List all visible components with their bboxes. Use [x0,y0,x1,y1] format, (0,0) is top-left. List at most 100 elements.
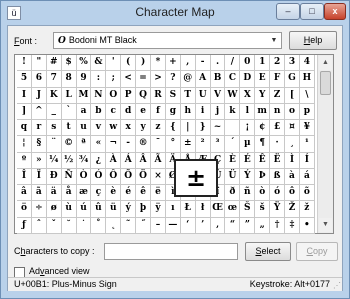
character-cell[interactable]: = [136,71,152,88]
character-cell[interactable]: 9 [76,71,92,88]
character-cell[interactable]: ˘ [61,217,77,234]
character-cell[interactable]: + [165,55,181,72]
character-cell[interactable]: - [121,136,137,153]
character-cell[interactable]: ) [136,55,152,72]
character-cell[interactable]: Ö [136,168,152,186]
character-cell[interactable]: ¹ [299,136,315,153]
character-cell[interactable]: { [165,120,181,137]
character-cell[interactable]: < [121,71,137,88]
character-cell[interactable]: z [151,120,166,137]
character-cell[interactable]: # [46,55,62,72]
character-cell[interactable]: ¥ [299,120,315,137]
character-cell[interactable]: Á [121,152,137,169]
character-cell[interactable]: — [165,217,181,234]
character-cell[interactable]: © [61,136,77,153]
character-cell[interactable]: ú [76,201,92,218]
character-cell[interactable]: ´ [225,136,241,153]
character-cell[interactable]: Q [136,87,152,104]
character-cell[interactable]: ˚ [91,217,107,234]
character-cell[interactable]: “ [225,217,241,234]
character-cell[interactable]: ¸ [285,136,300,153]
character-cell[interactable]: ² [195,136,211,153]
character-cell[interactable]: a [76,103,92,121]
character-cell[interactable]: Ê [255,152,271,169]
character-cell[interactable]: ¨ [46,136,62,153]
character-cell[interactable]: A [195,71,211,88]
character-cell[interactable]: R [151,87,166,104]
character-cell[interactable]: r [31,120,47,137]
character-cell[interactable]: ³ [210,136,226,153]
character-cell[interactable]: Y [255,87,271,104]
character-cell[interactable]: Õ [121,168,137,186]
character-cell[interactable]: ˛ [106,217,122,234]
advanced-view-label[interactable]: Advanced view [29,266,90,276]
character-cell[interactable]: 1 [255,55,271,72]
character-cell[interactable]: v [91,120,107,137]
character-cell[interactable]: c [106,103,122,121]
character-cell[interactable]: ~ [210,120,226,137]
character-cell[interactable]: ł [195,201,211,218]
character-cell[interactable]: S [165,87,181,104]
character-cell[interactable]: ‡ [285,217,300,234]
character-cell[interactable]: y [136,120,152,137]
character-cell[interactable]: â [17,185,32,202]
character-cell[interactable]: » [31,152,47,169]
character-cell[interactable]: ˇ [46,217,62,234]
character-cell[interactable]: ½ [61,152,77,169]
character-cell[interactable]: % [76,55,92,72]
character-cell[interactable]: , [180,55,196,72]
character-cell[interactable]: Ó [91,168,107,186]
maximize-button[interactable]: □ [300,3,324,20]
character-cell[interactable]: Î [17,168,32,186]
character-cell[interactable]: 2 [270,55,286,72]
characters-to-copy-input[interactable] [104,243,238,260]
character-cell[interactable]: È [225,152,241,169]
character-cell[interactable]: ¯ [151,136,166,153]
title-bar[interactable]: ü Character Map – □ x [1,1,349,25]
character-cell[interactable]: é [121,185,137,202]
scroll-down-icon[interactable]: ▼ [319,218,332,232]
character-cell[interactable]: h [180,103,196,121]
copy-button[interactable]: Copy [296,242,338,261]
character-cell[interactable]: s [46,120,62,137]
character-cell[interactable]: ä [46,185,62,202]
character-cell[interactable]: ÿ [151,201,166,218]
character-cell[interactable]: ¦ [17,136,32,153]
character-cell[interactable]: ° [165,136,181,153]
character-cell[interactable]: ý [121,201,137,218]
character-cell[interactable]: B [210,71,226,88]
character-cell[interactable]: ¾ [76,152,92,169]
character-cell[interactable]: > [151,71,166,88]
character-cell[interactable]: Ï [31,168,47,186]
character-cell[interactable]: ‘ [180,217,196,234]
character-cell[interactable]: D [240,71,256,88]
character-cell[interactable]: ü [106,201,122,218]
character-cell[interactable]: ! [17,55,32,72]
character-cell[interactable]: ¬ [106,136,122,153]
character-cell[interactable]: N [91,87,107,104]
character-cell[interactable]: « [91,136,107,153]
character-cell[interactable]: F [270,71,286,88]
character-cell[interactable]: Í [299,152,315,169]
character-cell[interactable]: À [106,152,122,169]
character-cell[interactable]: Ë [270,152,286,169]
character-cell[interactable]: V [210,87,226,104]
character-cell[interactable]: ® [136,136,152,153]
character-cell[interactable]: ± [180,136,196,153]
character-cell[interactable]: Ł [180,201,196,218]
character-cell[interactable]: † [270,217,286,234]
character-cell[interactable]: P [121,87,137,104]
character-cell[interactable]: G [285,71,300,88]
character-cell[interactable]: e [136,103,152,121]
character-cell[interactable]: ¶ [255,136,271,153]
character-cell[interactable]: n [270,103,286,121]
chevron-down-icon[interactable]: ▼ [267,33,281,48]
character-cell[interactable]: • [299,217,315,234]
character-cell[interactable]: w [106,120,122,137]
character-cell[interactable]: ç [91,185,107,202]
character-cell[interactable]: ' [106,55,122,72]
character-cell[interactable]: [ [285,87,300,104]
character-cell[interactable]: Ã [151,152,166,169]
character-cell[interactable]: ; [106,71,122,88]
character-cell[interactable]: ] [17,103,32,121]
